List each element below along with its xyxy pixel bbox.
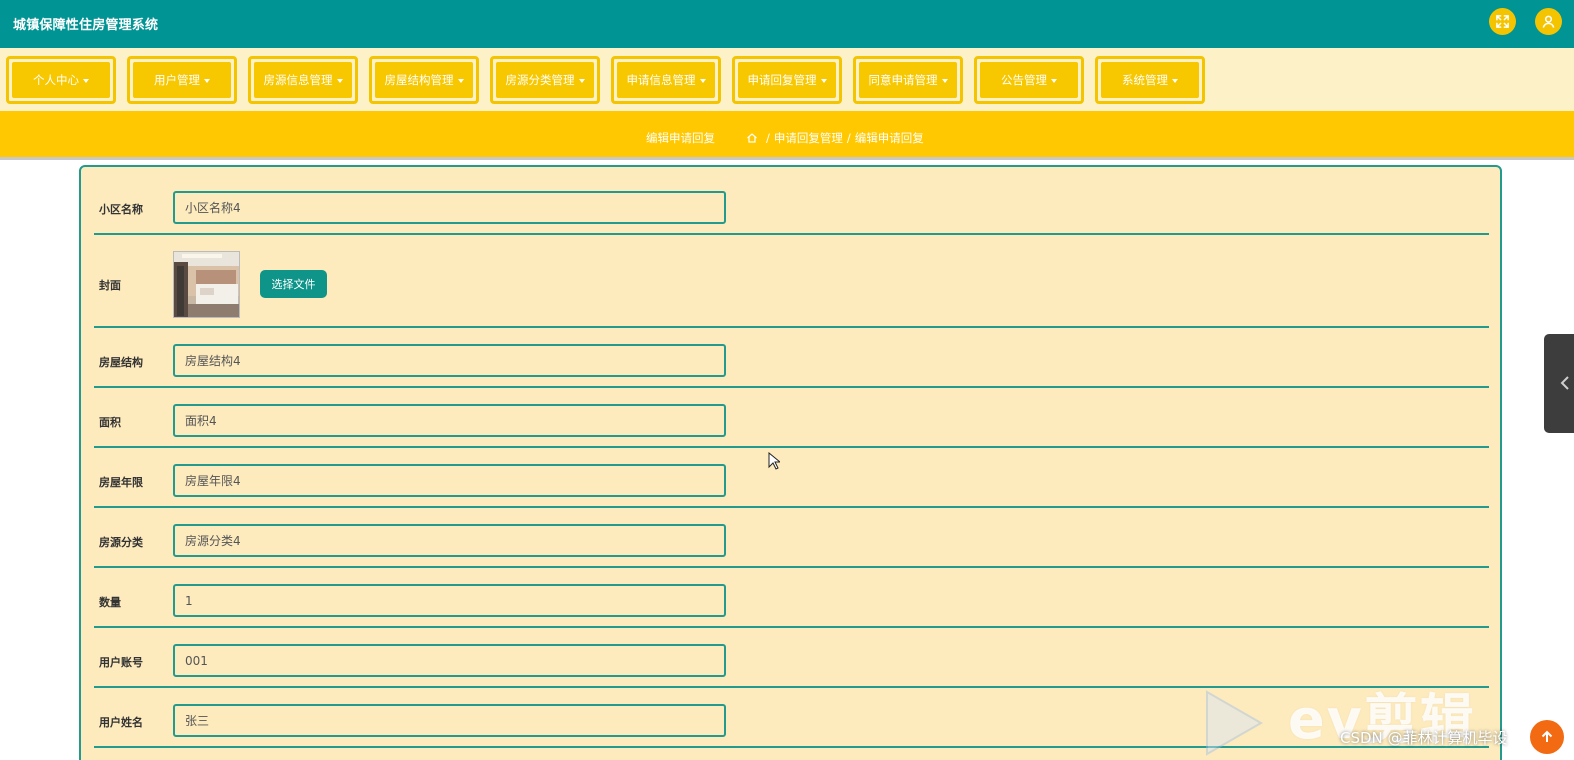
community-name-input[interactable] <box>173 191 726 224</box>
nav-label: 房源信息管理 <box>263 73 333 87</box>
form-row-community-name: 小区名称 <box>94 181 1489 235</box>
play-logo-icon <box>1206 690 1263 756</box>
nav-item-system-management[interactable]: 系统管理 <box>1095 56 1205 104</box>
caret-down-icon <box>699 78 706 83</box>
nav-label: 房屋结构管理 <box>384 73 454 87</box>
nav-item-user-management[interactable]: 用户管理 <box>127 56 237 104</box>
house-age-label: 房屋年限 <box>99 476 143 489</box>
user-menu-button[interactable] <box>1535 8 1562 35</box>
user-icon <box>1542 15 1555 28</box>
nav-item-approved-application[interactable]: 同意申请管理 <box>853 56 963 104</box>
nav-label: 同意申请管理 <box>868 73 938 87</box>
caret-down-icon <box>204 78 210 83</box>
caret-down-icon <box>941 78 948 83</box>
breadcrumb-current: 编辑申请回复 <box>854 131 924 145</box>
cover-image <box>173 251 240 318</box>
house-category-input[interactable] <box>173 524 726 557</box>
caret-down-icon <box>336 78 343 83</box>
nav-item-announcement[interactable]: 公告管理 <box>974 56 1084 104</box>
nav-label: 房源分类管理 <box>505 73 575 87</box>
side-panel-toggle[interactable] <box>1544 334 1574 433</box>
user-name-input[interactable] <box>173 704 726 737</box>
form-row-house-structure: 房屋结构 <box>94 328 1489 388</box>
form-row-house-age: 房屋年限 <box>94 448 1489 508</box>
nav-item-house-info[interactable]: 房源信息管理 <box>248 56 358 104</box>
nav-item-house-category[interactable]: 房源分类管理 <box>490 56 600 104</box>
cover-label: 封面 <box>99 279 121 292</box>
nav-item-application-info[interactable]: 申请信息管理 <box>611 56 721 104</box>
breadcrumb: / 申请回复管理 / 编辑申请回复 <box>746 130 924 146</box>
house-age-input[interactable] <box>173 464 726 497</box>
breadcrumb-separator: / <box>766 131 770 145</box>
nav-label: 申请回复管理 <box>747 73 817 87</box>
house-category-label: 房源分类 <box>99 536 143 549</box>
breadcrumb-separator: / <box>846 131 851 145</box>
form-row-house-category: 房源分类 <box>94 508 1489 568</box>
caret-down-icon <box>820 78 827 83</box>
user-account-label: 用户账号 <box>99 656 143 669</box>
main-nav: 个人中心 用户管理 房源信息管理 房屋结构管理 房源分类管理 申请信息管理 申请… <box>0 48 1574 111</box>
breadcrumb-bar: 编辑申请回复 / 申请回复管理 / 编辑申请回复 <box>0 111 1574 160</box>
form-row-quantity: 数量 <box>94 568 1489 628</box>
arrow-up-icon <box>1541 730 1553 742</box>
nav-label: 公告管理 <box>1001 73 1047 87</box>
bedroom-photo <box>174 252 239 317</box>
user-name-label: 用户姓名 <box>99 716 143 729</box>
chevron-left-icon <box>1560 376 1569 390</box>
breadcrumb-parent[interactable]: 申请回复管理 <box>774 130 843 146</box>
nav-label: 用户管理 <box>154 73 200 87</box>
nav-label: 系统管理 <box>1122 73 1168 87</box>
page-title: 编辑申请回复 <box>646 131 715 145</box>
mouse-cursor-icon <box>768 452 780 470</box>
user-account-input[interactable] <box>173 644 726 677</box>
house-structure-input[interactable] <box>173 344 726 377</box>
caret-down-icon <box>457 78 464 83</box>
nav-item-application-reply[interactable]: 申请回复管理 <box>732 56 842 104</box>
edit-form-panel: 小区名称 封面 选择文件 房屋结构 面积 房屋 <box>79 165 1502 760</box>
area-label: 面积 <box>99 416 121 429</box>
app-title: 城镇保障性住房管理系统 <box>13 18 159 33</box>
form-row-area: 面积 <box>94 388 1489 448</box>
caret-down-icon <box>1051 78 1057 83</box>
quantity-label: 数量 <box>99 596 121 609</box>
caret-down-icon <box>1172 78 1178 83</box>
area-input[interactable] <box>173 404 726 437</box>
nav-item-personal-center[interactable]: 个人中心 <box>6 56 116 104</box>
home-icon[interactable] <box>746 132 758 144</box>
form-row-user-name: 用户姓名 <box>94 688 1489 748</box>
community-name-label: 小区名称 <box>99 203 143 216</box>
nav-item-house-structure[interactable]: 房屋结构管理 <box>369 56 479 104</box>
nav-label: 个人中心 <box>33 73 79 87</box>
caret-down-icon <box>578 78 585 83</box>
fullscreen-button[interactable] <box>1489 8 1516 35</box>
choose-file-button[interactable]: 选择文件 <box>260 270 327 298</box>
form-row-cover: 封面 选择文件 <box>94 235 1489 328</box>
quantity-input[interactable] <box>173 584 726 617</box>
watermark-credit: CSDN @菲林计算机毕设 <box>1340 729 1508 747</box>
floating-action-button[interactable] <box>1530 720 1564 754</box>
nav-label: 申请信息管理 <box>626 73 696 87</box>
form-row-user-account: 用户账号 <box>94 628 1489 688</box>
caret-down-icon <box>83 78 89 83</box>
house-structure-label: 房屋结构 <box>99 356 143 369</box>
top-header: 城镇保障性住房管理系统 <box>0 0 1574 48</box>
expand-icon <box>1496 15 1509 28</box>
